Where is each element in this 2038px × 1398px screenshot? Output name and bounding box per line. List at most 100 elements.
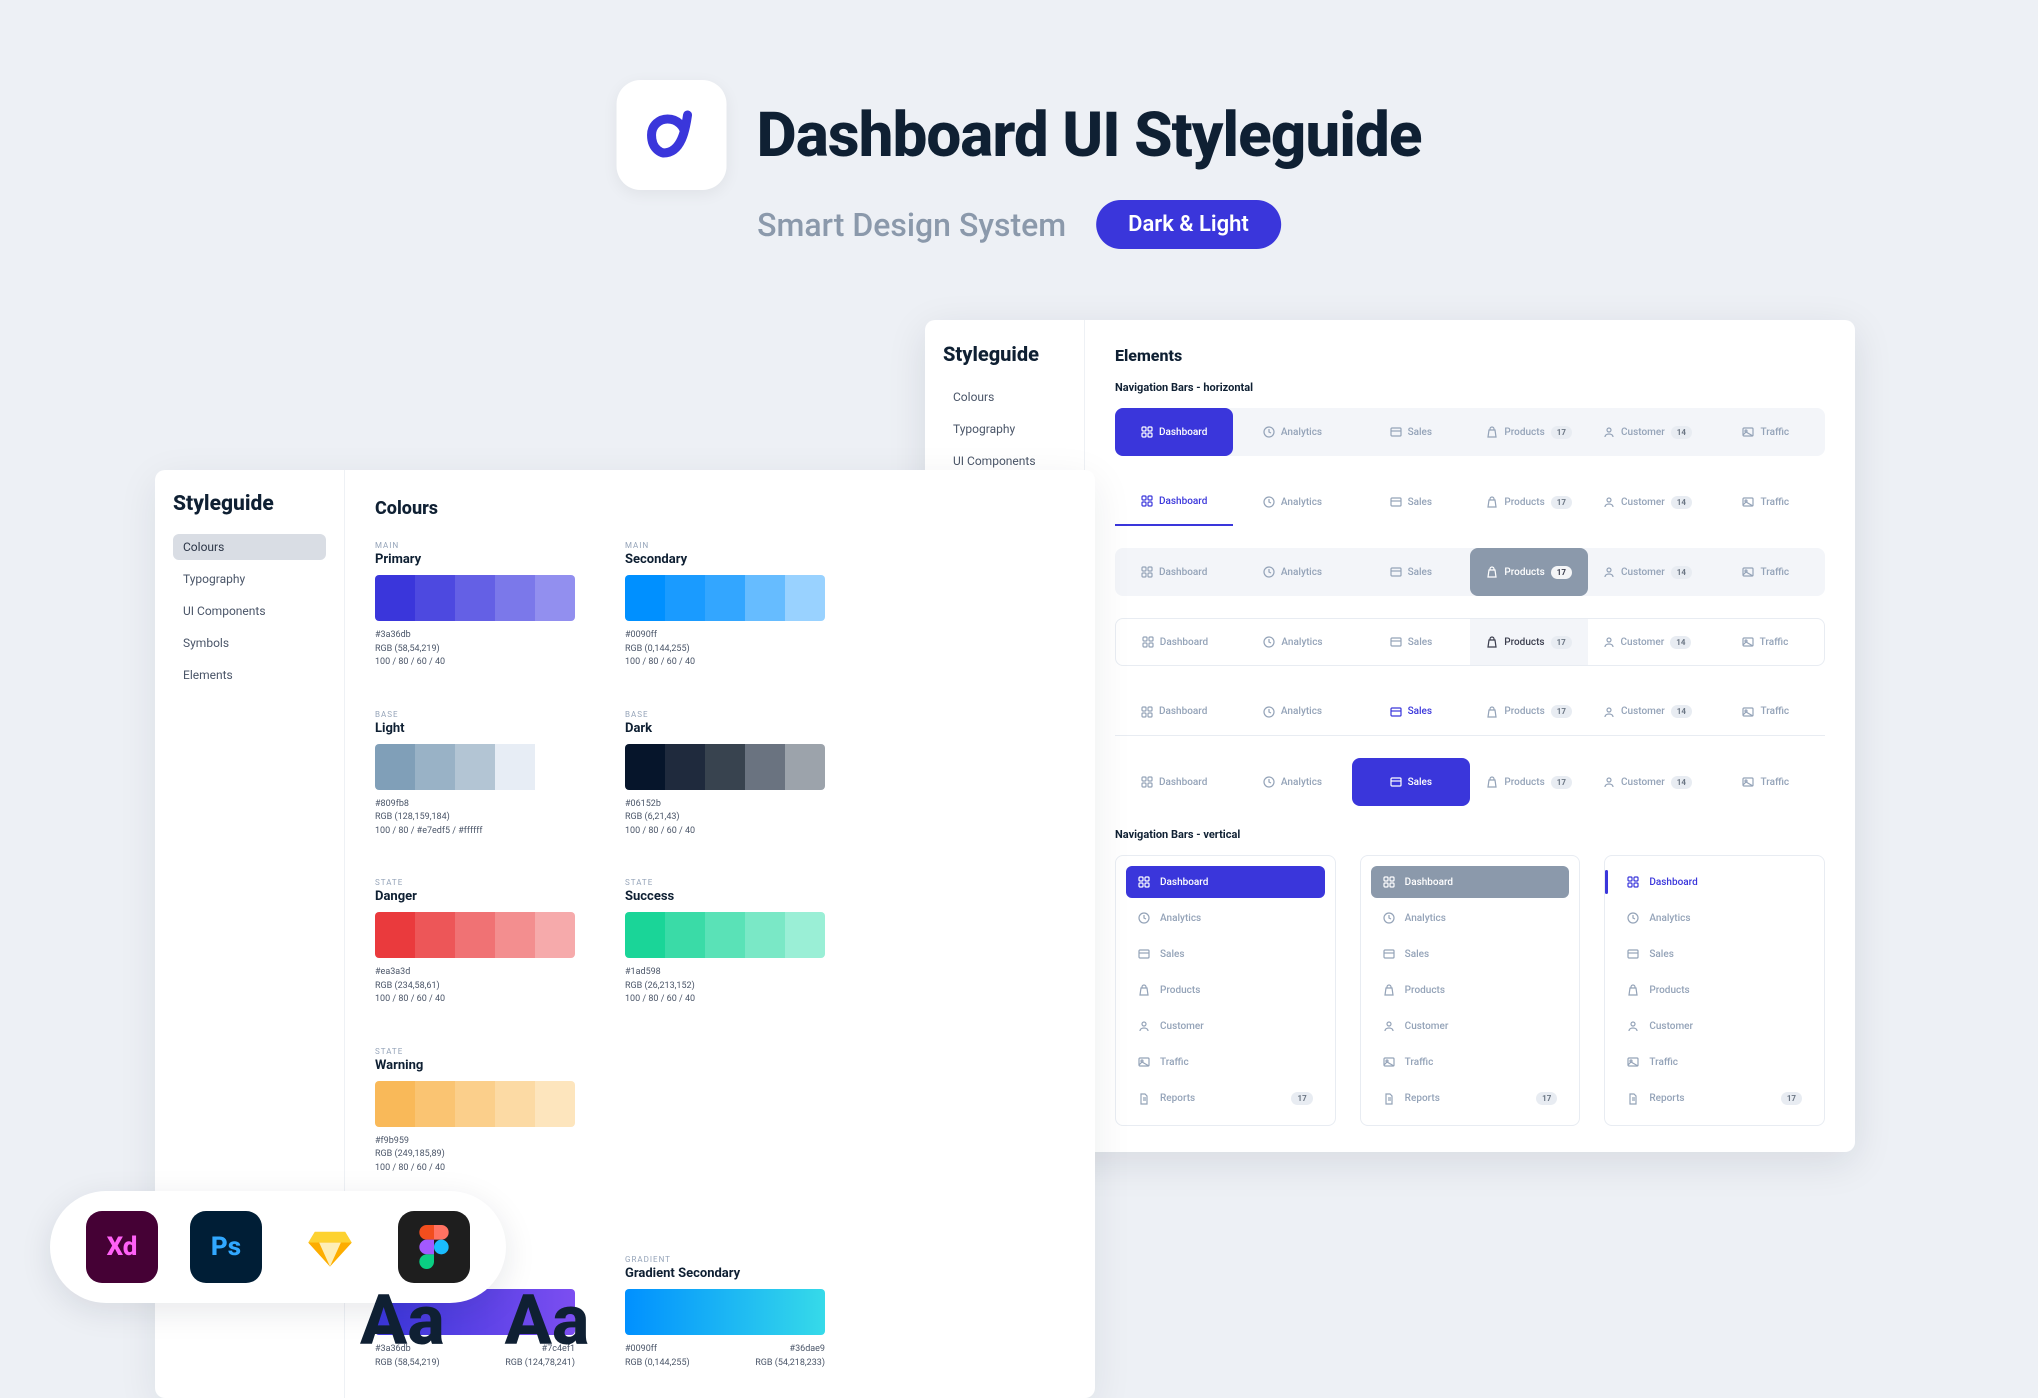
nav-item-analytics[interactable]: Analytics xyxy=(1234,619,1352,665)
vnav-item-products[interactable]: Products xyxy=(1126,974,1325,1006)
nav-item-dashboard[interactable]: Dashboard xyxy=(1115,478,1233,526)
elements-content: Elements Navigation Bars - horizontal Da… xyxy=(1085,320,1855,1152)
nav-item-products[interactable]: Products17 xyxy=(1470,408,1588,456)
navbar-horizontal: DashboardAnalyticsSalesProducts17Custome… xyxy=(1115,548,1825,596)
navbar-vertical: Dashboard Analytics Sales Products Customer T… xyxy=(1360,855,1581,1126)
sketch-icon xyxy=(294,1211,366,1283)
swatch-warning: STATEWarning #f9b959RGB (249,185,89)100 … xyxy=(375,1047,575,1176)
vnav-item-products[interactable]: Products xyxy=(1615,974,1814,1006)
vnav-item-dashboard[interactable]: Dashboard xyxy=(1615,866,1814,898)
content-heading: Elements xyxy=(1115,346,1825,365)
sidebar-item-typography[interactable]: Typography xyxy=(173,566,326,592)
vnav-item-customer[interactable]: Customer xyxy=(1126,1010,1325,1042)
nav-item-traffic[interactable]: Traffic xyxy=(1707,408,1825,456)
vnav-item-analytics[interactable]: Analytics xyxy=(1371,902,1570,934)
sidebar-item-typography[interactable]: Typography xyxy=(943,416,1066,442)
vnav-item-traffic[interactable]: Traffic xyxy=(1126,1046,1325,1078)
vnav-item-traffic[interactable]: Traffic xyxy=(1371,1046,1570,1078)
nav-item-traffic[interactable]: Traffic xyxy=(1706,619,1824,665)
navbar-vertical: Dashboard Analytics Sales Products Customer T… xyxy=(1604,855,1825,1126)
swatch-success: STATESuccess #1ad598RGB (26,213,152)100 … xyxy=(625,878,825,1007)
nav-item-customer[interactable]: Customer14 xyxy=(1588,548,1706,596)
tagline: Smart Design System xyxy=(757,206,1066,244)
theme-pill: Dark & Light xyxy=(1096,200,1281,249)
sidebar-item-elements[interactable]: Elements xyxy=(173,662,326,688)
content-heading: Colours xyxy=(375,498,1065,519)
vnav-item-traffic[interactable]: Traffic xyxy=(1615,1046,1814,1078)
swatch-light: BASELight #809fb8RGB (128,159,184)100 / … xyxy=(375,710,575,839)
vnav-item-products[interactable]: Products xyxy=(1371,974,1570,1006)
section-label-vertical: Navigation Bars - vertical xyxy=(1115,828,1825,841)
vnav-item-analytics[interactable]: Analytics xyxy=(1126,902,1325,934)
ps-icon: Ps xyxy=(190,1211,262,1283)
nav-item-analytics[interactable]: Analytics xyxy=(1233,408,1351,456)
nav-item-sales[interactable]: Sales xyxy=(1352,619,1470,665)
page-title: Dashboard UI Styleguide xyxy=(757,99,1422,172)
vnav-item-reports[interactable]: Reports17 xyxy=(1371,1082,1570,1115)
nav-item-products[interactable]: Products17 xyxy=(1470,758,1588,806)
page-header: Dashboard UI Styleguide xyxy=(617,80,1422,190)
vnav-item-analytics[interactable]: Analytics xyxy=(1615,902,1814,934)
vnav-item-sales[interactable]: Sales xyxy=(1615,938,1814,970)
nav-item-analytics[interactable]: Analytics xyxy=(1233,548,1351,596)
nav-item-sales[interactable]: Sales xyxy=(1352,478,1470,526)
navbar-horizontal: DashboardAnalyticsSalesProducts17Custome… xyxy=(1115,478,1825,526)
logo xyxy=(617,80,727,190)
vnav-item-dashboard[interactable]: Dashboard xyxy=(1126,866,1325,898)
typo-sample: Aa xyxy=(360,1280,445,1362)
swatch-gradient-secondary: GRADIENTGradient Secondary #0090ffRGB (0… xyxy=(625,1255,825,1370)
navbar-horizontal: DashboardAnalyticsSalesProducts17Custome… xyxy=(1115,408,1825,456)
nav-item-sales[interactable]: Sales xyxy=(1352,688,1470,735)
swatch-primary: MAINPrimary #3a36dbRGB (58,54,219)100 / … xyxy=(375,541,575,670)
sidebar-item-symbols[interactable]: Symbols xyxy=(173,630,326,656)
nav-item-customer[interactable]: Customer14 xyxy=(1588,408,1706,456)
nav-item-traffic[interactable]: Traffic xyxy=(1707,478,1825,526)
swatch-danger: STATEDanger #ea3a3dRGB (234,58,61)100 / … xyxy=(375,878,575,1007)
sidebar-title: Styleguide xyxy=(943,342,1066,366)
sidebar-item-colours[interactable]: Colours xyxy=(943,384,1066,410)
nav-item-dashboard[interactable]: Dashboard xyxy=(1115,548,1233,596)
nav-item-customer[interactable]: Customer14 xyxy=(1588,619,1706,665)
nav-item-products[interactable]: Products17 xyxy=(1470,688,1588,735)
navbar-horizontal: DashboardAnalyticsSalesProducts17Custome… xyxy=(1115,618,1825,666)
vnav-item-reports[interactable]: Reports17 xyxy=(1615,1082,1814,1115)
nav-item-dashboard[interactable]: Dashboard xyxy=(1116,619,1234,665)
vnav-item-customer[interactable]: Customer xyxy=(1615,1010,1814,1042)
nav-item-sales[interactable]: Sales xyxy=(1352,758,1470,806)
swatch-dark: BASEDark #06152bRGB (6,21,43)100 / 80 / … xyxy=(625,710,825,839)
nav-item-traffic[interactable]: Traffic xyxy=(1707,758,1825,806)
nav-item-customer[interactable]: Customer14 xyxy=(1588,688,1706,735)
sidebar-item-colours[interactable]: Colours xyxy=(173,534,326,560)
typo-sample: Aa xyxy=(505,1280,590,1362)
nav-item-analytics[interactable]: Analytics xyxy=(1233,688,1351,735)
nav-item-dashboard[interactable]: Dashboard xyxy=(1115,408,1233,456)
vnav-item-dashboard[interactable]: Dashboard xyxy=(1371,866,1570,898)
section-label-horizontal: Navigation Bars - horizontal xyxy=(1115,381,1825,394)
vnav-item-customer[interactable]: Customer xyxy=(1371,1010,1570,1042)
sidebar-title: Styleguide xyxy=(173,492,326,516)
nav-item-traffic[interactable]: Traffic xyxy=(1707,548,1825,596)
nav-item-products[interactable]: Products17 xyxy=(1470,548,1588,596)
nav-item-products[interactable]: Products17 xyxy=(1470,619,1588,665)
nav-item-traffic[interactable]: Traffic xyxy=(1707,688,1825,735)
nav-item-customer[interactable]: Customer14 xyxy=(1588,478,1706,526)
figma-icon xyxy=(398,1211,470,1283)
nav-item-dashboard[interactable]: Dashboard xyxy=(1115,688,1233,735)
nav-item-sales[interactable]: Sales xyxy=(1352,548,1470,596)
navbar-horizontal: DashboardAnalyticsSalesProducts17Custome… xyxy=(1115,688,1825,736)
navbar-vertical: Dashboard Analytics Sales Products Customer T… xyxy=(1115,855,1336,1126)
nav-item-products[interactable]: Products17 xyxy=(1470,478,1588,526)
nav-item-analytics[interactable]: Analytics xyxy=(1233,758,1351,806)
navbar-horizontal: DashboardAnalyticsSalesProducts17Custome… xyxy=(1115,758,1825,806)
nav-item-customer[interactable]: Customer14 xyxy=(1588,758,1706,806)
vnav-item-sales[interactable]: Sales xyxy=(1126,938,1325,970)
nav-item-sales[interactable]: Sales xyxy=(1352,408,1470,456)
typography-preview: Aa Aa xyxy=(360,1280,589,1362)
nav-item-analytics[interactable]: Analytics xyxy=(1233,478,1351,526)
vnav-item-sales[interactable]: Sales xyxy=(1371,938,1570,970)
page-subheader: Smart Design System Dark & Light xyxy=(757,200,1281,249)
sidebar-item-ui-components[interactable]: UI Components xyxy=(173,598,326,624)
swatch-secondary: MAINSecondary #0090ffRGB (0,144,255)100 … xyxy=(625,541,825,670)
nav-item-dashboard[interactable]: Dashboard xyxy=(1115,758,1233,806)
vnav-item-reports[interactable]: Reports17 xyxy=(1126,1082,1325,1115)
